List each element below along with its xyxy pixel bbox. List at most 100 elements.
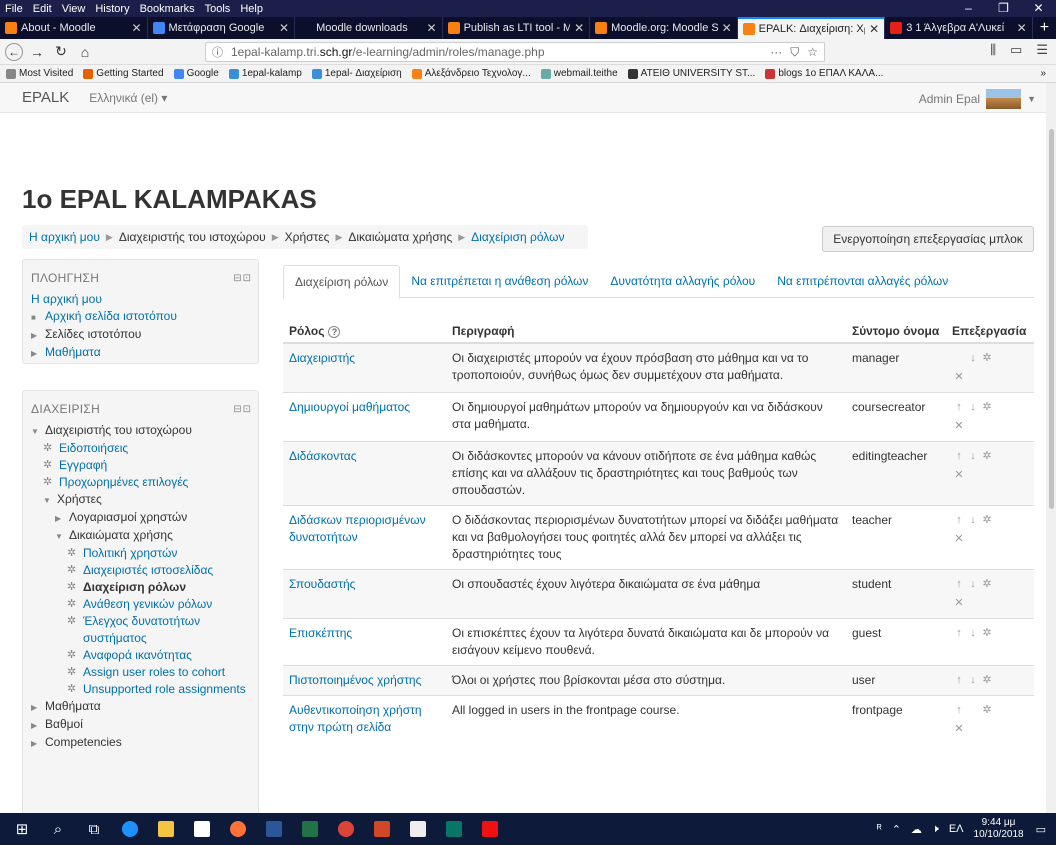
menu-item-help[interactable]: Help <box>235 3 268 15</box>
home-icon[interactable]: ⌂ <box>75 42 95 62</box>
delete-icon[interactable]: ✕ <box>952 418 966 435</box>
caret-down-icon[interactable]: ▼ <box>31 422 41 440</box>
move-down-icon[interactable]: ↓ <box>966 576 980 593</box>
tree-item-label[interactable]: Η αρχική μου <box>31 291 102 308</box>
page-actions-icon[interactable]: ··· <box>770 45 782 60</box>
tree-item[interactable]: ■ Αρχική σελίδα ιστοτόπου <box>31 308 250 326</box>
caret-right-icon[interactable]: ▶ <box>31 716 41 734</box>
bookmark-item[interactable]: blogs 1ο ΕΠΑΛ ΚΑΛΑ... <box>765 68 883 79</box>
edit-gear-icon[interactable]: ✲ <box>980 625 994 642</box>
caret-right-icon[interactable]: ▶ <box>31 698 41 716</box>
tree-item[interactable]: ✲ Διαχειριστές ιστοσελίδας <box>31 562 250 579</box>
tree-item[interactable]: ✲ Ανάθεση γενικών ρόλων <box>31 596 250 613</box>
acrobat-icon[interactable] <box>476 818 504 840</box>
role-link[interactable]: Διαχειριστής <box>289 351 355 365</box>
user-menu[interactable]: Admin Epal ▼ <box>919 89 1036 109</box>
library-icon[interactable]: ⫼ <box>990 42 996 58</box>
tree-item-label[interactable]: Ειδοποιήσεις <box>59 440 128 457</box>
close-icon[interactable]: ✕ <box>574 21 584 35</box>
tree-item-label[interactable]: Unsupported role assignments <box>83 681 246 698</box>
block-controls-icon[interactable]: ⊟⊡ <box>233 404 252 415</box>
bookmark-item[interactable]: ATEIΘ UNIVERSITY ST... <box>627 68 755 79</box>
tree-item-label[interactable]: Αρχική σελίδα ιστοτόπου <box>45 308 177 325</box>
role-link[interactable]: Διδάσκων περιορισμένων δυνατοτήτων <box>289 513 426 544</box>
tree-item-label[interactable]: Διαχείριση ρόλων <box>83 579 186 596</box>
bookmark-item[interactable]: Most Visited <box>6 68 73 79</box>
new-tab-button[interactable]: + <box>1033 17 1056 39</box>
delete-icon[interactable]: ✕ <box>952 369 966 386</box>
breadcrumb-item[interactable]: Η αρχική μου <box>29 230 100 244</box>
hamburger-menu-icon[interactable]: ☰ <box>1036 42 1048 58</box>
network-icon[interactable]: ☁ <box>911 823 922 836</box>
edit-gear-icon[interactable]: ✲ <box>980 576 994 593</box>
tab-1[interactable]: Να επιτρέπεται η ανάθεση ρόλων <box>400 265 599 297</box>
notifications-icon[interactable]: ▭ <box>1036 823 1046 836</box>
caret-down-icon[interactable]: ▼ <box>43 491 53 509</box>
tree-item-label[interactable]: Εγγραφή <box>59 457 107 474</box>
caret-right-icon[interactable]: ▶ <box>55 509 65 527</box>
edit-gear-icon[interactable]: ✲ <box>980 702 994 719</box>
pocket-icon[interactable]: ⛉ <box>790 45 799 60</box>
search-icon[interactable]: ⌕ <box>44 818 72 840</box>
block-controls-icon[interactable]: ⊟⊡ <box>233 273 252 284</box>
bookmark-item[interactable]: Getting Started <box>83 68 164 79</box>
reload-icon[interactable]: ↻ <box>51 42 71 62</box>
store-icon[interactable] <box>188 818 216 840</box>
role-link[interactable]: Πιστοποιημένος χρήστης <box>289 673 421 687</box>
help-icon[interactable]: ? <box>328 325 341 338</box>
chrome-icon[interactable] <box>332 818 360 840</box>
close-icon[interactable]: ✕ <box>1017 21 1027 35</box>
volume-icon[interactable]: 🕨 <box>932 823 939 836</box>
edit-gear-icon[interactable]: ✲ <box>980 350 994 367</box>
move-down-icon[interactable]: ↓ <box>966 625 980 642</box>
scrollbar-thumb[interactable] <box>1049 129 1054 509</box>
bookmark-item[interactable]: 1epal-kalamp <box>228 68 302 79</box>
publisher-icon[interactable] <box>440 818 468 840</box>
sidebar-icon[interactable]: ▭ <box>1010 42 1022 58</box>
browser-tab[interactable]: Moodle downloads ✕ <box>295 17 443 39</box>
tree-item[interactable]: ✲ Εγγραφή <box>31 457 250 474</box>
bookmark-item[interactable]: webmail.teithe <box>540 68 618 79</box>
windows-start-icon[interactable]: ⊞ <box>8 818 36 840</box>
browser-tab[interactable]: 3 1 Άλγεβρα Α'Λυκεί ✕ <box>885 17 1033 39</box>
tree-item[interactable]: Η αρχική μου <box>31 291 250 308</box>
close-icon[interactable]: ✕ <box>131 21 141 35</box>
page-scrollbar[interactable] <box>1046 83 1056 813</box>
tree-item[interactable]: ✲ Ειδοποιήσεις <box>31 440 250 457</box>
move-down-icon[interactable]: ↓ <box>966 448 980 465</box>
delete-icon[interactable]: ✕ <box>952 467 966 484</box>
edge-icon[interactable] <box>116 818 144 840</box>
move-down-icon[interactable]: ↓ <box>966 512 980 529</box>
tree-item[interactable]: ✲ Unsupported role assignments <box>31 681 250 698</box>
edit-gear-icon[interactable]: ✲ <box>980 672 994 689</box>
bookmark-item[interactable]: Αλεξάνδρειο Τεχνολογ... <box>411 68 531 79</box>
tree-item-label[interactable]: Έλεγχος δυνατοτήτων συστήματος <box>83 613 250 647</box>
menu-item-view[interactable]: View <box>57 3 91 15</box>
tree-item[interactable]: ✲ Έλεγχος δυνατοτήτων συστήματος <box>31 613 250 647</box>
menu-item-file[interactable]: File <box>0 3 28 15</box>
delete-icon[interactable]: ✕ <box>952 721 966 738</box>
menu-item-edit[interactable]: Edit <box>28 3 57 15</box>
caret-right-icon[interactable]: ▶ <box>31 344 41 362</box>
tree-item[interactable]: ✲ Αναφορά ικανότητας <box>31 647 250 664</box>
site-brand[interactable]: EPALK <box>22 89 69 106</box>
tree-item-label[interactable]: Assign user roles to cohort <box>83 664 225 681</box>
firefox-icon[interactable] <box>224 818 252 840</box>
bookmarks-overflow-icon[interactable]: » <box>1040 68 1046 79</box>
language-menu[interactable]: Ελληνικά (el) ▾ <box>89 91 167 105</box>
move-down-icon[interactable]: ↓ <box>966 672 980 689</box>
tree-item-label[interactable]: Μαθήματα <box>45 344 101 361</box>
close-icon[interactable]: ✕ <box>427 21 437 35</box>
menu-item-bookmarks[interactable]: Bookmarks <box>135 3 200 15</box>
move-up-icon[interactable]: ↑ <box>952 576 966 593</box>
back-arrow-icon[interactable]: ← <box>5 42 23 61</box>
move-up-icon[interactable]: ↑ <box>952 448 966 465</box>
move-up-icon[interactable]: ↑ <box>952 512 966 529</box>
edit-gear-icon[interactable]: ✲ <box>980 512 994 529</box>
delete-icon[interactable]: ✕ <box>952 595 966 612</box>
delete-icon[interactable]: ✕ <box>952 531 966 548</box>
move-down-icon[interactable]: ↓ <box>966 350 980 367</box>
input-language[interactable]: ΕΛ <box>949 823 964 835</box>
tree-item-label[interactable]: Προχωρημένες επιλογές <box>59 474 188 491</box>
site-info-icon[interactable]: ⓘ <box>212 44 223 60</box>
